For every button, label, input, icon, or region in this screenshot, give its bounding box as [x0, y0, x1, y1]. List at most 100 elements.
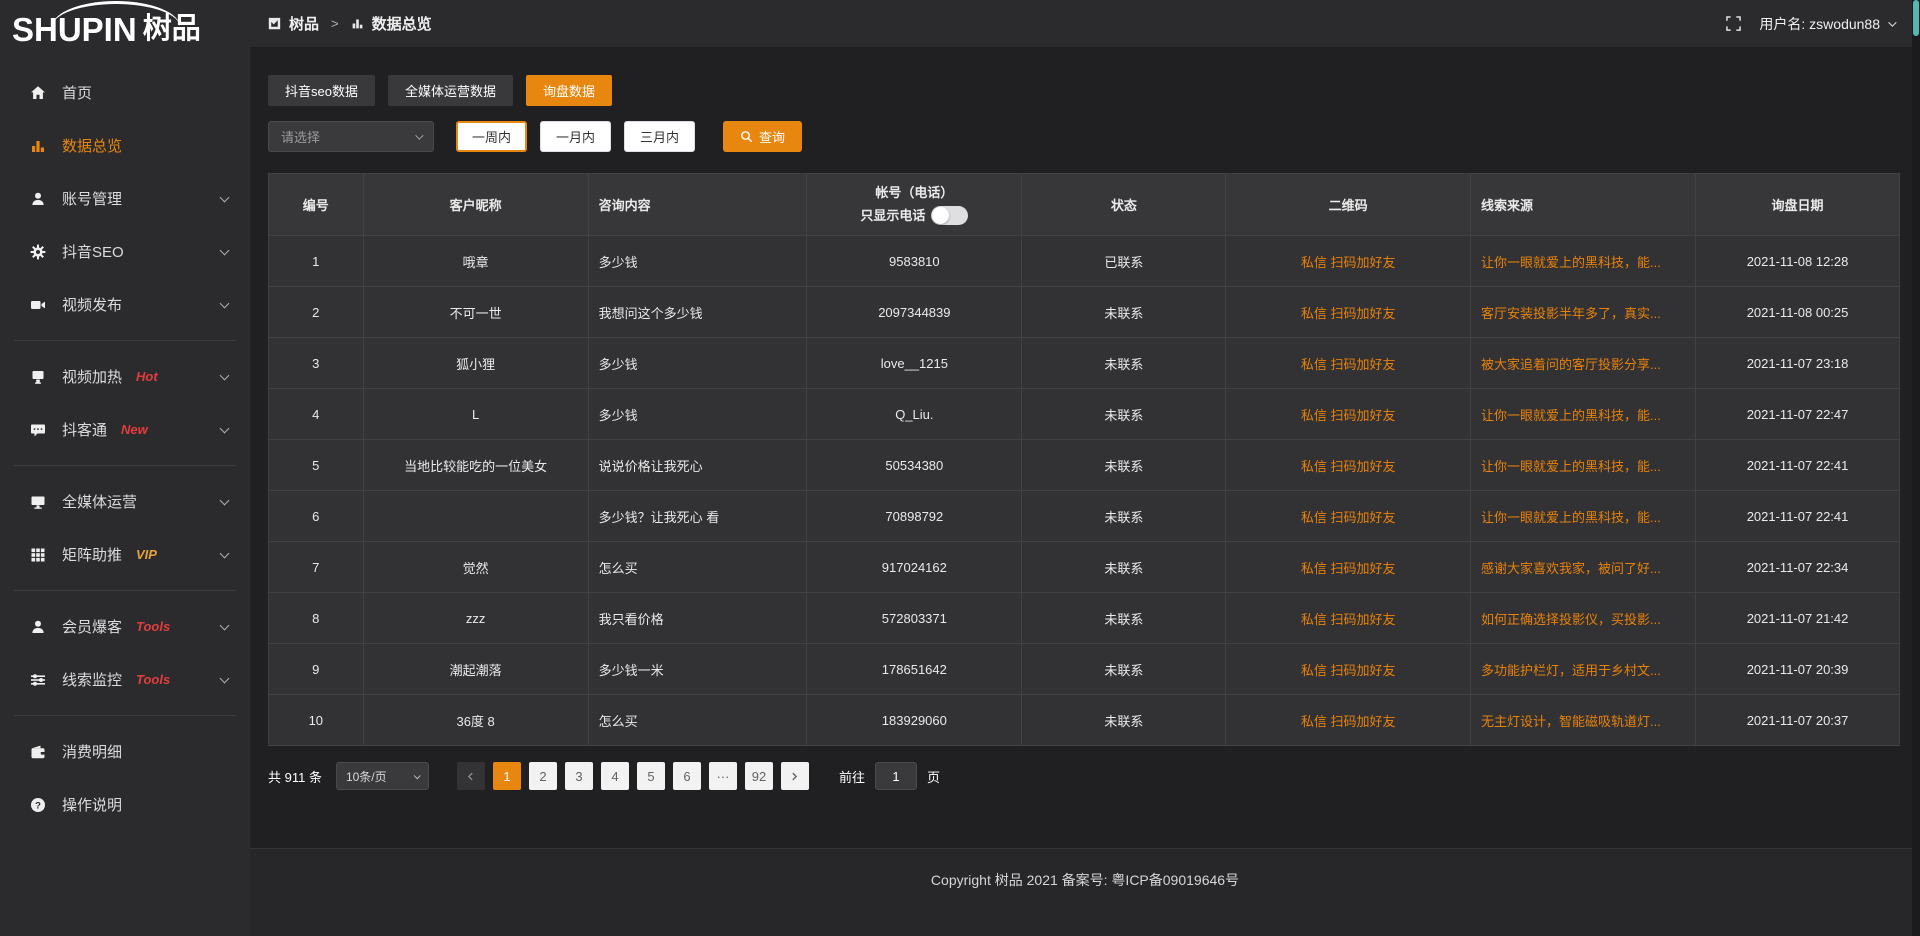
cell-source-link[interactable]: 感谢大家喜欢我家，被问了好... [1471, 542, 1696, 593]
page-ellipsis-button[interactable]: ··· [709, 762, 737, 790]
page-number-button[interactable]: 1 [493, 762, 521, 790]
tab-douyin-seo-data[interactable]: 抖音seo数据 [268, 75, 375, 106]
page-number-button[interactable]: 5 [637, 762, 665, 790]
cell-nickname: 36度 8 [363, 695, 588, 746]
chevron-down-icon [220, 246, 230, 256]
vip-badge: VIP [136, 547, 157, 562]
date-range-group: 一周内 一月内 三月内 [456, 121, 695, 152]
sidebar-item-video-publish[interactable]: 视频发布 [0, 278, 250, 331]
sidebar-item-video-heating[interactable]: 视频加热 Hot [0, 350, 250, 403]
cell-account: love__1215 [807, 338, 1022, 389]
cell-source-link[interactable]: 被大家追着问的客厅投影分享... [1471, 338, 1696, 389]
menu-divider [14, 590, 236, 591]
cell-status: 未联系 [1022, 440, 1226, 491]
cell-source-link[interactable]: 客厅安装投影半年多了，真实... [1471, 287, 1696, 338]
sidebar-item-clue-monitor[interactable]: 线索监控 Tools [0, 653, 250, 706]
cell-source-link[interactable]: 让你一眼就爱上的黑科技，能... [1471, 440, 1696, 491]
sidebar-item-label: 线索监控 [62, 669, 122, 690]
cell-nickname [363, 491, 588, 542]
next-page-button[interactable] [781, 762, 809, 790]
sidebar-item-doketong[interactable]: 抖客通 New [0, 403, 250, 456]
sidebar-item-label: 抖客通 [62, 419, 107, 440]
sidebar-item-consumption-detail[interactable]: 消费明细 [0, 725, 250, 778]
table-header-row: 编号 客户昵称 咨询内容 帐号（电话） 只显示电话 状态 [269, 174, 1900, 236]
sidebar-item-data-overview[interactable]: 数据总览 [0, 119, 250, 172]
app-square-icon [268, 17, 281, 30]
tab-inquiry-data[interactable]: 询盘数据 [526, 75, 612, 106]
cell-qrcode-link[interactable]: 私信 扫码加好友 [1226, 440, 1471, 491]
table-row: 2 不可一世 我想问这个多少钱 2097344839 未联系 私信 扫码加好友 … [269, 287, 1900, 338]
total-count: 共 911 条 [268, 767, 322, 786]
table-row: 8 zzz 我只看价格 572803371 未联系 私信 扫码加好友 如何正确选… [269, 593, 1900, 644]
cell-source-link[interactable]: 如何正确选择投影仪，买投影... [1471, 593, 1696, 644]
cell-qrcode-link[interactable]: 私信 扫码加好友 [1226, 287, 1471, 338]
cell-status: 未联系 [1022, 287, 1226, 338]
cell-source-link[interactable]: 多功能护栏灯，适用于乡村文... [1471, 644, 1696, 695]
table-row: 4 L 多少钱 Q_Liu. 未联系 私信 扫码加好友 让你一眼就爱上的黑科技，… [269, 389, 1900, 440]
sidebar-item-matrix-boost[interactable]: 矩阵助推 VIP [0, 528, 250, 581]
cell-source-link[interactable]: 让你一眼就爱上的黑科技，能... [1471, 236, 1696, 287]
range-week-button[interactable]: 一周内 [456, 121, 527, 152]
cell-source-link[interactable]: 让你一眼就爱上的黑科技，能... [1471, 389, 1696, 440]
breadcrumb-root[interactable]: 树品 [289, 13, 319, 34]
sidebar-item-label: 矩阵助推 [62, 544, 122, 565]
cell-nickname: 潮起潮落 [363, 644, 588, 695]
filter-select[interactable]: 请选择 [268, 121, 434, 152]
chevron-down-icon [220, 371, 230, 381]
sidebar-item-label: 会员爆客 [62, 616, 122, 637]
page-number-button[interactable]: 2 [529, 762, 557, 790]
page-number-button[interactable]: 92 [745, 762, 773, 790]
prev-page-button[interactable] [457, 762, 485, 790]
sidebar-item-operation-guide[interactable]: ? 操作说明 [0, 778, 250, 831]
cell-qrcode-link[interactable]: 私信 扫码加好友 [1226, 593, 1471, 644]
toggle-knob [932, 207, 949, 224]
page-number-button[interactable]: 3 [565, 762, 593, 790]
table-row: 1 哦章 多少钱 9583810 已联系 私信 扫码加好友 让你一眼就爱上的黑科… [269, 236, 1900, 287]
monitor-icon [28, 494, 48, 510]
app-logo: SHUPIN 树品 [0, 0, 250, 58]
video-camera-icon [28, 297, 48, 313]
sidebar-item-omnimedia-operation[interactable]: 全媒体运营 [0, 475, 250, 528]
menu-divider [14, 715, 236, 716]
page-size-select[interactable]: 10条/页 [336, 762, 429, 790]
chevron-down-icon [220, 496, 230, 506]
sidebar-item-account-management[interactable]: 账号管理 [0, 172, 250, 225]
goto-label: 前往 [839, 767, 865, 786]
sidebar-item-home[interactable]: 首页 [0, 66, 250, 119]
goto-page-input[interactable] [875, 762, 917, 790]
range-month-button[interactable]: 一月内 [540, 121, 611, 152]
cell-account: 917024162 [807, 542, 1022, 593]
goto-page: 前往 页 [839, 762, 940, 790]
page-scrollbar[interactable] [1912, 0, 1920, 936]
sidebar-item-label: 全媒体运营 [62, 491, 137, 512]
phone-only-toggle[interactable] [931, 206, 968, 225]
cell-account: 2097344839 [807, 287, 1022, 338]
cell-source-link[interactable]: 无主灯设计，智能磁吸轨道灯... [1471, 695, 1696, 746]
page-number-button[interactable]: 4 [601, 762, 629, 790]
sidebar-item-member-baoke[interactable]: 会员爆客 Tools [0, 600, 250, 653]
cell-qrcode-link[interactable]: 私信 扫码加好友 [1226, 389, 1471, 440]
range-quarter-button[interactable]: 三月内 [624, 121, 695, 152]
cell-date: 2021-11-07 22:47 [1696, 389, 1900, 440]
page-number-button[interactable]: 6 [673, 762, 701, 790]
cell-qrcode-link[interactable]: 私信 扫码加好友 [1226, 644, 1471, 695]
tools-badge: Tools [136, 672, 170, 687]
data-tabs: 抖音seo数据 全媒体运营数据 询盘数据 [268, 75, 1900, 106]
fullscreen-icon[interactable] [1726, 16, 1741, 31]
cell-qrcode-link[interactable]: 私信 扫码加好友 [1226, 236, 1471, 287]
cell-qrcode-link[interactable]: 私信 扫码加好友 [1226, 695, 1471, 746]
query-button[interactable]: 查询 [723, 121, 802, 152]
user-menu[interactable]: 用户名: zswodun88 [1759, 14, 1894, 34]
chevron-down-icon [414, 772, 421, 779]
content-area: 抖音seo数据 全媒体运营数据 询盘数据 请选择 一周内 一月内 三月内 查询 [250, 47, 1920, 848]
cell-qrcode-link[interactable]: 私信 扫码加好友 [1226, 542, 1471, 593]
cell-source-link[interactable]: 让你一眼就爱上的黑科技，能... [1471, 491, 1696, 542]
cell-qrcode-link[interactable]: 私信 扫码加好友 [1226, 338, 1471, 389]
logo-arc-decoration [52, 1, 180, 27]
cell-qrcode-link[interactable]: 私信 扫码加好友 [1226, 491, 1471, 542]
sidebar-item-label: 账号管理 [62, 188, 122, 209]
tab-omnimedia-data[interactable]: 全媒体运营数据 [388, 75, 513, 106]
sidebar-item-douyin-seo[interactable]: 抖音SEO [0, 225, 250, 278]
scrollbar-thumb[interactable] [1913, 0, 1919, 36]
chevron-down-icon [220, 621, 230, 631]
